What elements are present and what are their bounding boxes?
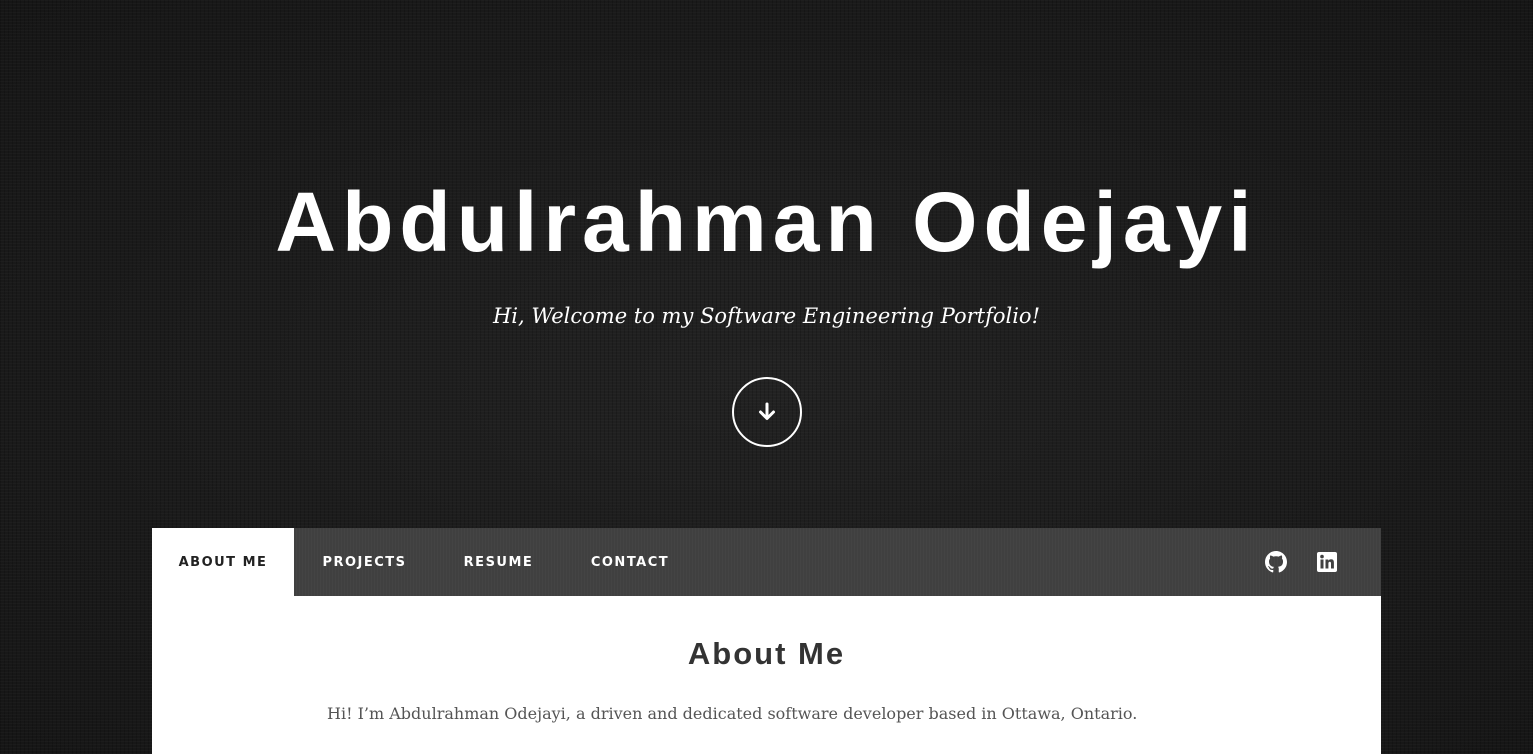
github-icon bbox=[1265, 551, 1287, 573]
tab-projects[interactable]: PROJECTS bbox=[294, 528, 435, 596]
navbar: ABOUT ME PROJECTS RESUME CONTACT bbox=[152, 528, 1381, 596]
hero-subtitle: Hi, Welcome to my Software Engineering P… bbox=[492, 304, 1041, 328]
tab-resume[interactable]: RESUME bbox=[435, 528, 562, 596]
arrow-down-icon bbox=[756, 401, 778, 423]
about-me-heading: About Me bbox=[687, 636, 846, 671]
tab-about-me[interactable]: ABOUT ME bbox=[152, 528, 294, 596]
hero-title: Abdulrahman Odejayi bbox=[275, 175, 1258, 269]
github-link[interactable] bbox=[1264, 550, 1288, 574]
linkedin-link[interactable] bbox=[1315, 550, 1339, 574]
hero-section: Abdulrahman Odejayi Hi, Welcome to my So… bbox=[0, 0, 1533, 528]
content-panel: ABOUT ME PROJECTS RESUME CONTACT About M… bbox=[152, 528, 1381, 754]
about-me-intro: Hi! I’m Abdulrahman Odejayi, a driven an… bbox=[327, 704, 1138, 723]
tab-contact[interactable]: CONTACT bbox=[562, 528, 698, 596]
scroll-down-button[interactable] bbox=[732, 377, 802, 447]
linkedin-icon bbox=[1317, 552, 1337, 572]
